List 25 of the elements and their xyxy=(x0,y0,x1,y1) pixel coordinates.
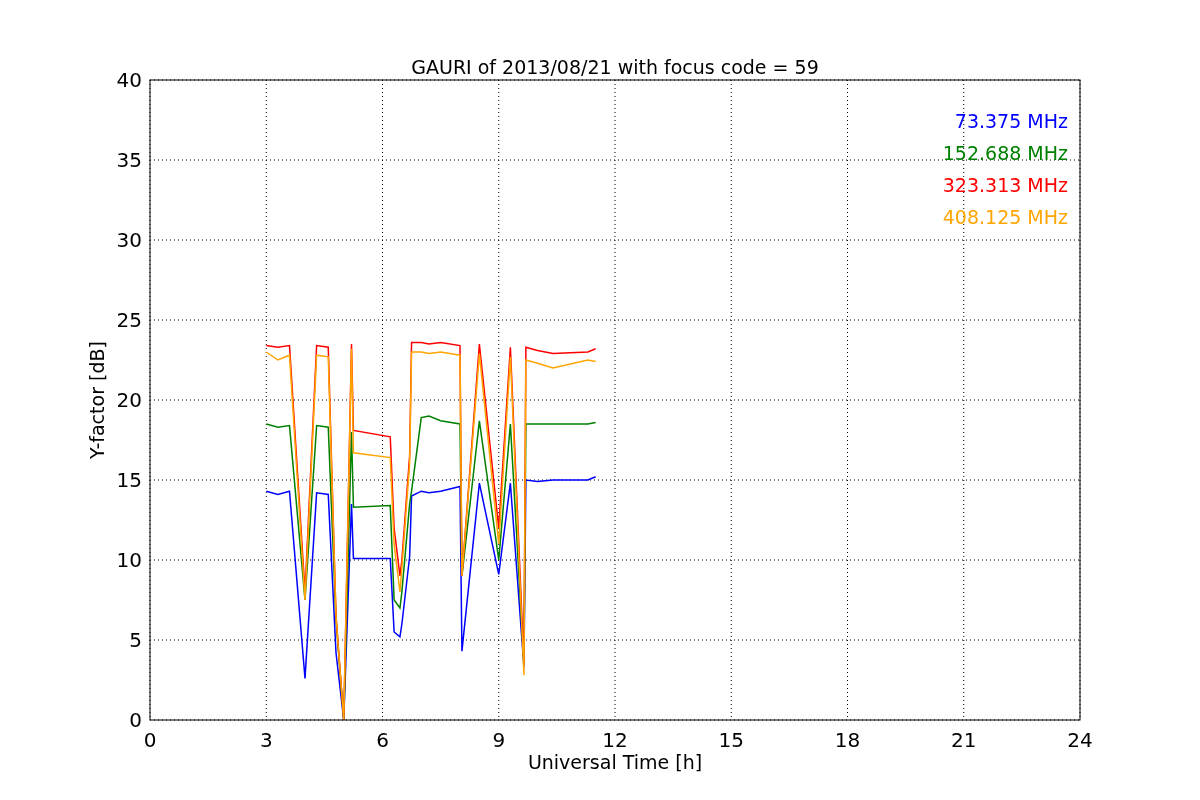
legend-label: 73.375 MHz xyxy=(954,110,1068,132)
axis-tick-label: 20 xyxy=(116,388,142,412)
legend-label: 408.125 MHz xyxy=(942,206,1068,228)
axis-tick-label: 6 xyxy=(376,728,389,752)
x-axis-label: Universal Time [h] xyxy=(527,751,703,773)
axis-tick-label: 24 xyxy=(1067,728,1093,752)
axis-tick-label: 30 xyxy=(116,228,142,252)
axis-tick-label: 21 xyxy=(951,728,977,752)
axis-tick-label: 9 xyxy=(492,728,506,752)
axis-tick-label: 15 xyxy=(116,468,142,492)
legend-label: 152.688 MHz xyxy=(942,142,1068,164)
axis-tick-label: 35 xyxy=(116,148,142,172)
legend-label: 323.313 MHz xyxy=(942,174,1068,196)
axis-tick-label: 3 xyxy=(259,728,273,752)
axis-tick-label: 15 xyxy=(718,728,744,752)
y-axis-label: Y-factor [dB] xyxy=(86,341,108,459)
axis-tick-label: 10 xyxy=(116,548,142,572)
axis-tick-label: 12 xyxy=(602,728,628,752)
axis-tick-label: 0 xyxy=(143,728,157,752)
chart-title: GAURI of 2013/08/21 with focus code = 59 xyxy=(411,56,819,78)
axis-tick-label: 5 xyxy=(129,628,142,652)
axis-tick-label: 18 xyxy=(834,728,861,752)
axis-tick-label: 0 xyxy=(129,708,142,732)
axis-tick-label: 25 xyxy=(116,308,142,332)
axis-tick-label: 40 xyxy=(116,68,142,92)
